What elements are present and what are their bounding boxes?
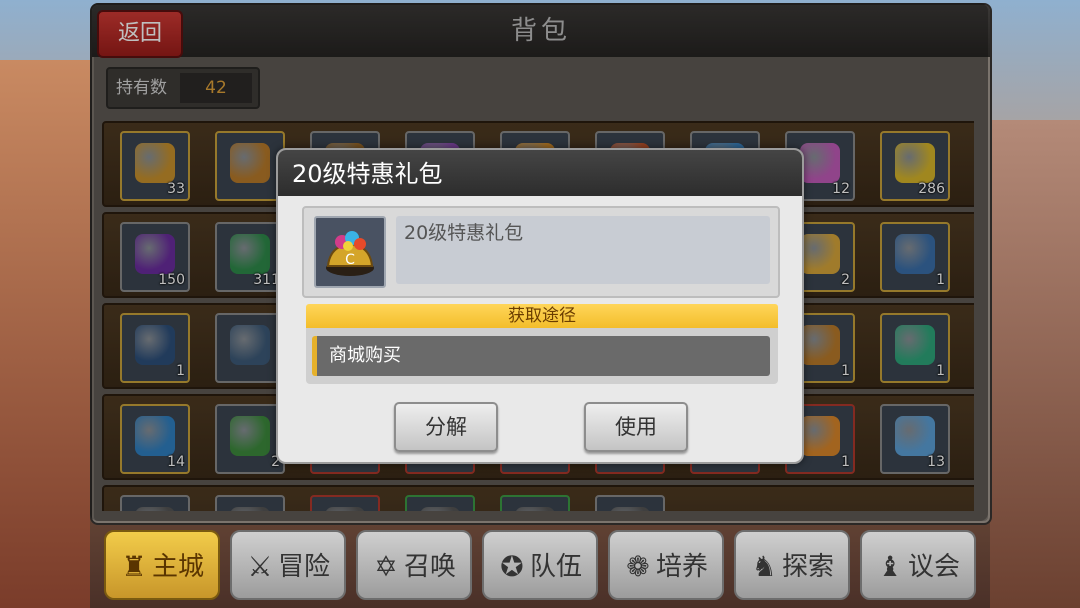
dialog-header: 20级特惠礼包 [278,150,802,196]
source-list: 商城购买 [306,328,778,384]
decompose-button[interactable]: 分解 [394,402,498,452]
nav-summon-circle[interactable]: ✡ 召唤 [356,530,472,600]
dialog-title: 20级特惠礼包 [292,160,443,188]
nav-team[interactable]: ✪ 队伍 [482,530,598,600]
team-icon: ✪ [500,550,524,583]
gift-pack-icon: C [314,216,386,288]
background-town-right [990,120,1080,608]
nav-council[interactable]: ♝ 议会 [860,530,976,600]
svg-text:C: C [345,252,355,268]
nav-label: 召唤 [404,552,457,582]
item-card: C 20级特惠礼包 [302,206,780,298]
source-item-shop[interactable]: 商城购买 [312,336,770,376]
nav-explore[interactable]: ♞ 探索 [734,530,850,600]
nav-label: 队伍 [530,552,583,582]
item-name: 20级特惠礼包 [404,222,524,244]
nav-crossed-swords[interactable]: ⚔ 冒险 [230,530,346,600]
nav-label: 主城 [152,552,205,582]
item-name-box: 20级特惠礼包 [396,216,770,284]
nav-label: 探索 [782,552,835,582]
summon-circle-icon: ✡ [374,550,398,583]
nav-label: 培养 [656,552,709,582]
council-icon: ♝ [877,550,903,583]
castle-icon: ♜ [121,550,147,583]
explore-icon: ♞ [751,550,777,583]
source-header: 获取途径 [306,304,778,328]
use-button[interactable]: 使用 [584,402,688,452]
bottom-nav: ♜ 主城 ⚔ 冒险 ✡ 召唤 ✪ 队伍 ❁ 培养 ♞ 探索 ♝ 议会 [104,530,982,602]
nav-cultivate[interactable]: ❁ 培养 [608,530,724,600]
crossed-swords-icon: ⚔ [247,550,273,583]
cultivate-icon: ❁ [626,550,650,583]
nav-castle[interactable]: ♜ 主城 [104,530,220,600]
background-town [0,60,90,608]
nav-label: 冒险 [278,552,331,582]
item-detail-dialog: 20级特惠礼包 C 20级特惠礼包 获取途径 商城购买 分解 使用 [276,148,804,464]
nav-label: 议会 [908,552,961,582]
